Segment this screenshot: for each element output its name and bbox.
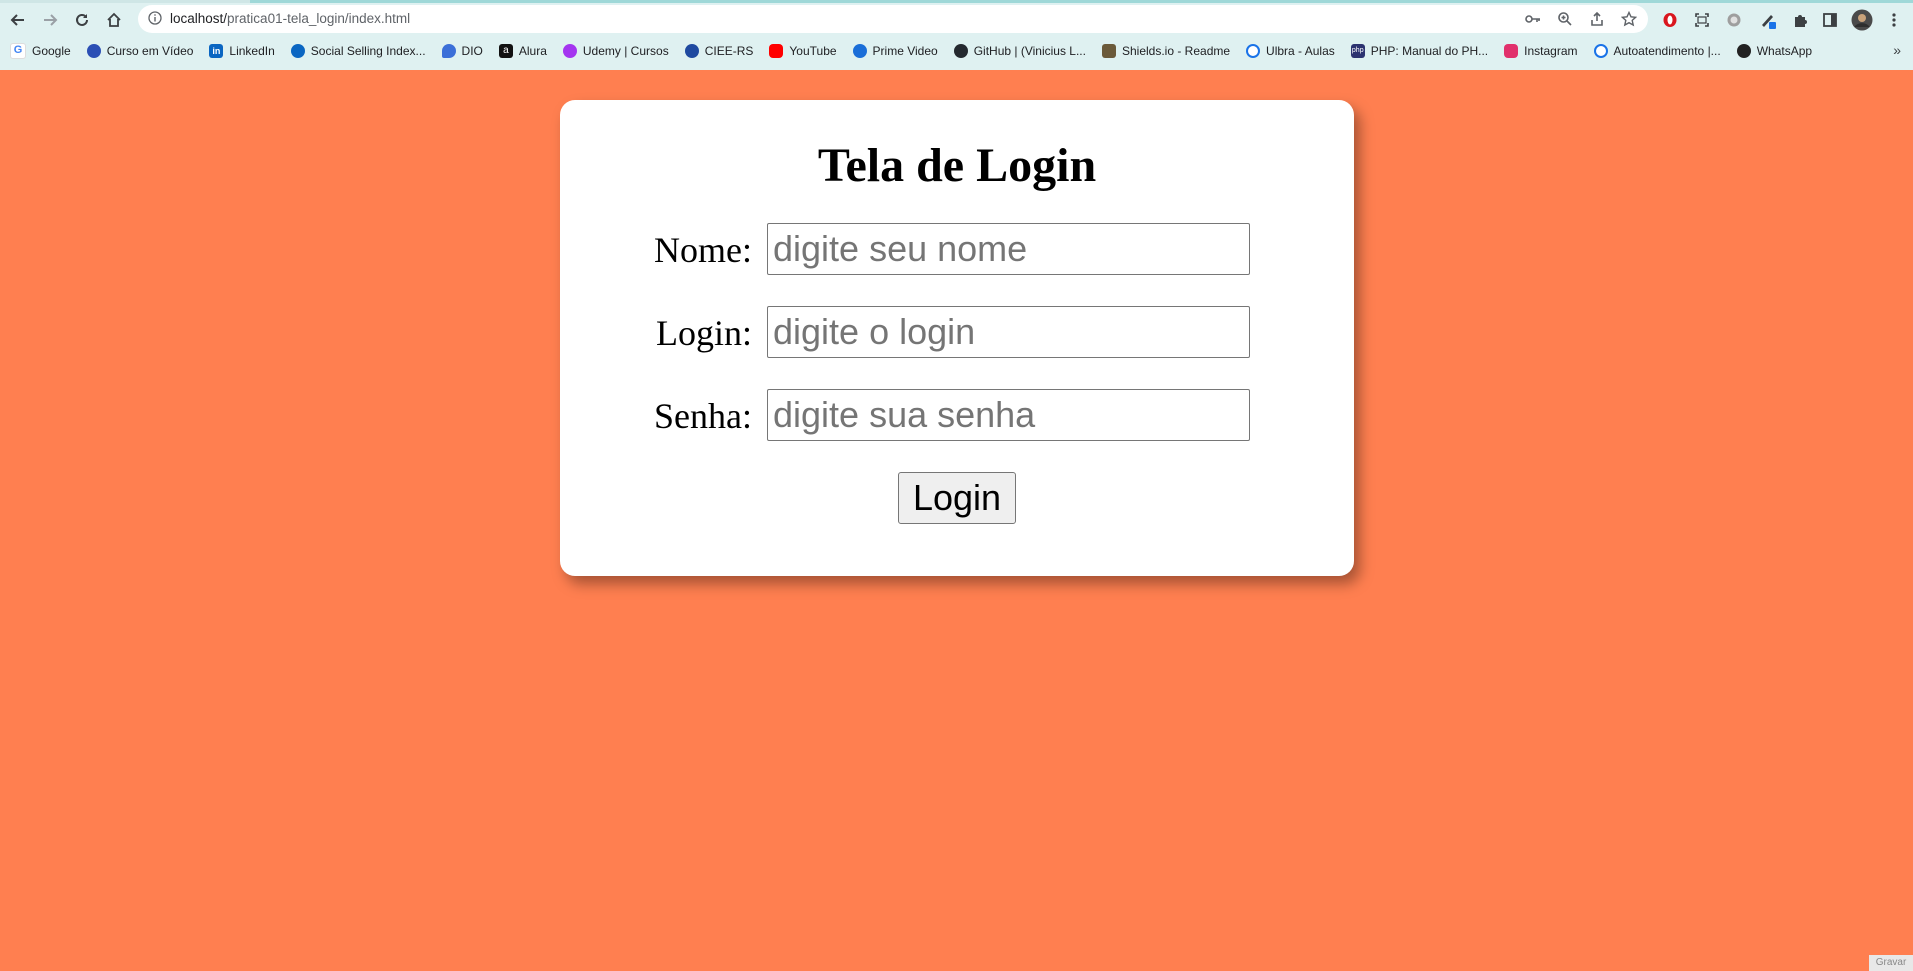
screenshot-extension-icon[interactable] (1690, 8, 1714, 32)
address-bar[interactable]: localhost/pratica01-tela_login/index.htm… (138, 5, 1648, 33)
site-info-icon[interactable] (148, 11, 162, 30)
zoom-icon[interactable] (1554, 9, 1576, 29)
compass-icon (290, 44, 305, 58)
bookmark-github[interactable]: GitHub | (Vinicius L... (953, 44, 1086, 58)
senha-label: Senha: (654, 396, 752, 436)
side-panel-icon[interactable] (1818, 8, 1842, 32)
bookmark-label: Alura (518, 44, 547, 58)
primevideo-icon (852, 44, 867, 58)
record-button[interactable]: Gravar (1869, 955, 1913, 971)
login-card: Tela de Login Nome: Login: Senha: Login (560, 100, 1354, 576)
back-arrow-icon (10, 14, 24, 26)
bookmarks-bar: G Google Curso em Vídeo in LinkedIn Social… (0, 40, 1913, 62)
bookmark-label: Shields.io - Readme (1121, 44, 1231, 58)
bookmark-ulbra[interactable]: Ulbra - Aulas (1246, 44, 1335, 58)
url-text[interactable]: localhost/pratica01-tela_login/index.htm… (170, 11, 410, 26)
nome-input[interactable] (767, 223, 1250, 275)
forward-button[interactable] (38, 8, 62, 32)
youtube-icon (769, 44, 784, 58)
ulbra-icon (1246, 44, 1261, 58)
bookmark-prime-video[interactable]: Prime Video (852, 44, 938, 58)
reload-button[interactable] (70, 8, 94, 32)
back-button[interactable] (6, 8, 30, 32)
opera-extension-icon[interactable] (1658, 8, 1682, 32)
home-icon (107, 12, 121, 27)
login-input[interactable] (767, 306, 1250, 358)
instagram-icon (1504, 44, 1519, 58)
alura-icon: a (498, 44, 513, 58)
login-button[interactable]: Login (898, 472, 1016, 524)
nome-label: Nome: (654, 230, 752, 270)
tab-strip-edge (0, 0, 1913, 3)
php-icon: php (1350, 44, 1365, 58)
bookmark-label: YouTube (789, 44, 837, 58)
whatsapp-icon (1736, 44, 1751, 58)
bookmark-youtube[interactable]: YouTube (769, 44, 837, 58)
bookmark-label: Ulbra - Aulas (1266, 44, 1335, 58)
page-title: Tela de Login (817, 139, 1097, 192)
bookmark-linkedin[interactable]: in LinkedIn (209, 44, 275, 58)
pen-extension-icon[interactable] (1756, 8, 1780, 32)
bookmark-curso-em-video[interactable]: Curso em Vídeo (86, 44, 194, 58)
browser-chrome: localhost/pratica01-tela_login/index.htm… (0, 0, 1913, 70)
dio-icon (441, 44, 456, 58)
bookmark-label: GitHub | (Vinicius L... (973, 44, 1086, 58)
bookmark-google[interactable]: G Google (10, 43, 71, 59)
menu-kebab-icon[interactable] (1882, 8, 1906, 32)
bookmark-label: Udemy | Cursos (582, 44, 669, 58)
linkedin-icon: in (209, 44, 224, 58)
autoatendimento-icon (1593, 44, 1608, 58)
field-row-senha: Senha: (560, 389, 1354, 443)
bookmark-udemy[interactable]: Udemy | Cursos (562, 44, 669, 58)
bookmark-label: PHP: Manual do PH... (1370, 44, 1489, 58)
extensions-puzzle-icon[interactable] (1788, 8, 1812, 32)
bookmark-shields[interactable]: Shields.io - Readme (1101, 44, 1231, 58)
bookmark-label: Instagram (1524, 44, 1578, 58)
bookmark-whatsapp[interactable]: WhatsApp (1736, 44, 1813, 58)
bookmark-label: Autoatendimento |... (1613, 44, 1721, 58)
senha-input[interactable] (767, 389, 1250, 441)
bookmark-label: CIEE-RS (704, 44, 754, 58)
shields-icon (1101, 44, 1116, 58)
bookmark-social-selling[interactable]: Social Selling Index... (290, 44, 426, 58)
ciee-icon (684, 44, 699, 58)
field-row-login: Login: (560, 306, 1354, 360)
bookmark-label: Social Selling Index... (310, 44, 426, 58)
udemy-icon (562, 44, 577, 58)
bookmark-label: Prime Video (872, 44, 938, 58)
url-path: pratica01-tela_login/index.html (227, 11, 411, 26)
forward-arrow-icon (44, 14, 58, 26)
profile-avatar-icon[interactable] (1850, 8, 1874, 32)
bookmark-star-icon[interactable] (1618, 9, 1640, 29)
home-button[interactable] (102, 8, 126, 32)
url-host: localhost/ (170, 11, 228, 26)
bookmark-php[interactable]: php PHP: Manual do PH... (1350, 44, 1489, 58)
share-icon[interactable] (1586, 9, 1608, 29)
cursoemvideo-icon (86, 44, 101, 58)
bookmark-label: LinkedIn (229, 44, 275, 58)
bookmark-instagram[interactable]: Instagram (1504, 44, 1578, 58)
bookmark-autoatendimento[interactable]: Autoatendimento |... (1593, 44, 1721, 58)
bookmark-label: WhatsApp (1756, 44, 1813, 58)
bookmark-dio[interactable]: DIO (441, 44, 483, 58)
reload-icon (76, 13, 88, 26)
bookmark-label: Google (32, 44, 71, 58)
bookmarks-overflow-button[interactable]: » (1893, 42, 1901, 58)
field-row-nome: Nome: (560, 223, 1354, 277)
key-icon[interactable] (1522, 9, 1544, 29)
badge-extension-icon[interactable] (1722, 8, 1746, 32)
bookmark-label: DIO (461, 44, 483, 58)
github-icon (953, 44, 968, 58)
bookmark-ciee-rs[interactable]: CIEE-RS (684, 44, 754, 58)
login-label: Login: (656, 313, 752, 353)
google-icon: G (10, 43, 26, 59)
bookmark-alura[interactable]: a Alura (498, 44, 547, 58)
bookmark-label: Curso em Vídeo (106, 44, 194, 58)
